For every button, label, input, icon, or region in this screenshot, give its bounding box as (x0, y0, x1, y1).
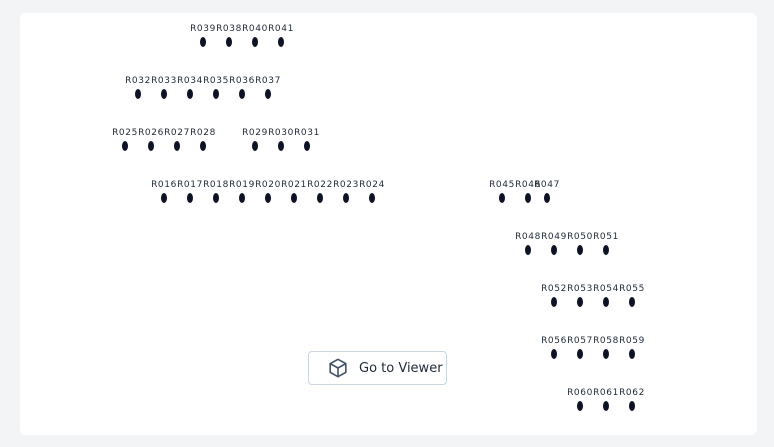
seat-dot[interactable] (577, 297, 583, 307)
seat-dot[interactable] (603, 297, 609, 307)
seat-group: R039 R038 R040 R041 (20, 23, 757, 51)
seat-dot[interactable] (603, 245, 609, 255)
seat-label: R045 (489, 180, 515, 190)
seat-dot[interactable] (304, 141, 310, 151)
seat-dot[interactable] (200, 141, 206, 151)
seat-dot[interactable] (265, 89, 271, 99)
seat-label: R027 (164, 128, 190, 138)
seat-dot[interactable] (629, 401, 635, 411)
seat-label: R057 (567, 336, 593, 346)
seat-label: R050 (567, 232, 593, 242)
seat-label: R018 (203, 180, 229, 190)
go-to-viewer-label: Go to Viewer (359, 360, 443, 376)
seat-dot[interactable] (213, 89, 219, 99)
seat-dot[interactable] (544, 193, 550, 203)
seat-dot[interactable] (551, 297, 557, 307)
seat-label: R053 (567, 284, 593, 294)
seat-label: R047 (534, 180, 560, 190)
seat-label: R025 (112, 128, 138, 138)
seat-dot[interactable] (122, 141, 128, 151)
seat-dot[interactable] (291, 193, 297, 203)
seat-label: R020 (255, 180, 281, 190)
seat-label: R058 (593, 336, 619, 346)
seat-dot[interactable] (577, 245, 583, 255)
seat-group: R048 R049 R050 R051 (20, 231, 757, 259)
seat-label: R039 (190, 24, 216, 34)
seat-dot[interactable] (239, 193, 245, 203)
seat-dot[interactable] (525, 245, 531, 255)
seat-label: R060 (567, 388, 593, 398)
seat-label: R062 (619, 388, 645, 398)
seat-dot[interactable] (161, 89, 167, 99)
seat-group: R032 R033 R034 R035 R036 R037 (20, 75, 757, 103)
seat-label: R038 (216, 24, 242, 34)
seat-dot[interactable] (187, 193, 193, 203)
seat-dot[interactable] (187, 89, 193, 99)
seat-dot[interactable] (629, 297, 635, 307)
seat-label: R056 (541, 336, 567, 346)
seat-label: R028 (190, 128, 216, 138)
seat-label: R021 (281, 180, 307, 190)
seat-dot[interactable] (174, 141, 180, 151)
seat-label: R033 (151, 76, 177, 86)
seat-dot[interactable] (278, 37, 284, 47)
seat-label: R029 (242, 128, 268, 138)
seat-dot[interactable] (499, 193, 505, 203)
seat-label: R024 (359, 180, 385, 190)
seat-dot[interactable] (603, 349, 609, 359)
seat-label: R017 (177, 180, 203, 190)
seat-label: R041 (268, 24, 294, 34)
seat-group: R016 R017 R018 R019 R020 R021 R022 R023 … (20, 179, 757, 207)
seat-dot[interactable] (278, 141, 284, 151)
seat-label: R061 (593, 388, 619, 398)
seat-label: R052 (541, 284, 567, 294)
seat-label: R031 (294, 128, 320, 138)
seat-dot[interactable] (135, 89, 141, 99)
seat-group: R025 R026 R027 R028 R029 R030 R031 (20, 127, 757, 155)
seat-dot[interactable] (148, 141, 154, 151)
seat-dot[interactable] (369, 193, 375, 203)
seat-label: R051 (593, 232, 619, 242)
seat-label: R030 (268, 128, 294, 138)
go-to-viewer-button[interactable]: Go to Viewer (308, 351, 447, 385)
seat-dot[interactable] (213, 193, 219, 203)
seat-label: R022 (307, 180, 333, 190)
seat-dot[interactable] (239, 89, 245, 99)
seat-label: R037 (255, 76, 281, 86)
seat-label: R023 (333, 180, 359, 190)
seat-dot[interactable] (226, 37, 232, 47)
seat-dot[interactable] (577, 401, 583, 411)
seat-label: R055 (619, 284, 645, 294)
seat-label: R049 (541, 232, 567, 242)
seat-map-card: R039 R038 R040 R041 R032 R033 R034 R035 … (20, 13, 757, 435)
seat-label: R054 (593, 284, 619, 294)
seat-dot[interactable] (525, 193, 531, 203)
cube-icon (327, 357, 349, 379)
seat-label: R035 (203, 76, 229, 86)
seat-label: R036 (229, 76, 255, 86)
seat-label: R016 (151, 180, 177, 190)
seat-group: R052 R053 R054 R055 (20, 283, 757, 311)
seat-dot[interactable] (551, 245, 557, 255)
seat-label: R048 (515, 232, 541, 242)
seat-dot[interactable] (343, 193, 349, 203)
seat-dot[interactable] (603, 401, 609, 411)
seat-label: R019 (229, 180, 255, 190)
seat-dot[interactable] (200, 37, 206, 47)
seat-dot[interactable] (161, 193, 167, 203)
seat-label: R034 (177, 76, 203, 86)
seat-dot[interactable] (265, 193, 271, 203)
seat-dot[interactable] (629, 349, 635, 359)
seat-label: R040 (242, 24, 268, 34)
seat-dot[interactable] (252, 37, 258, 47)
seat-dot[interactable] (252, 141, 258, 151)
seat-label: R032 (125, 76, 151, 86)
seat-dot[interactable] (317, 193, 323, 203)
seat-label: R059 (619, 336, 645, 346)
seat-label: R026 (138, 128, 164, 138)
seat-group: R060 R061 R062 (20, 387, 757, 415)
seat-dot[interactable] (551, 349, 557, 359)
seat-dot[interactable] (577, 349, 583, 359)
